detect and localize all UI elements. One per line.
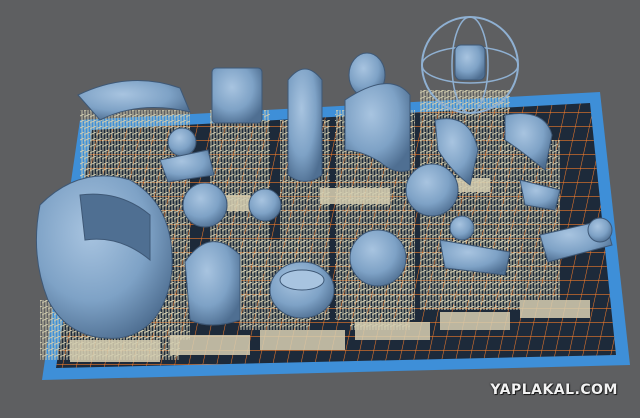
watermark-text: YAPLAKAL.COM xyxy=(490,382,618,398)
3d-viewport[interactable] xyxy=(0,0,640,418)
scene-canvas[interactable] xyxy=(0,0,640,418)
